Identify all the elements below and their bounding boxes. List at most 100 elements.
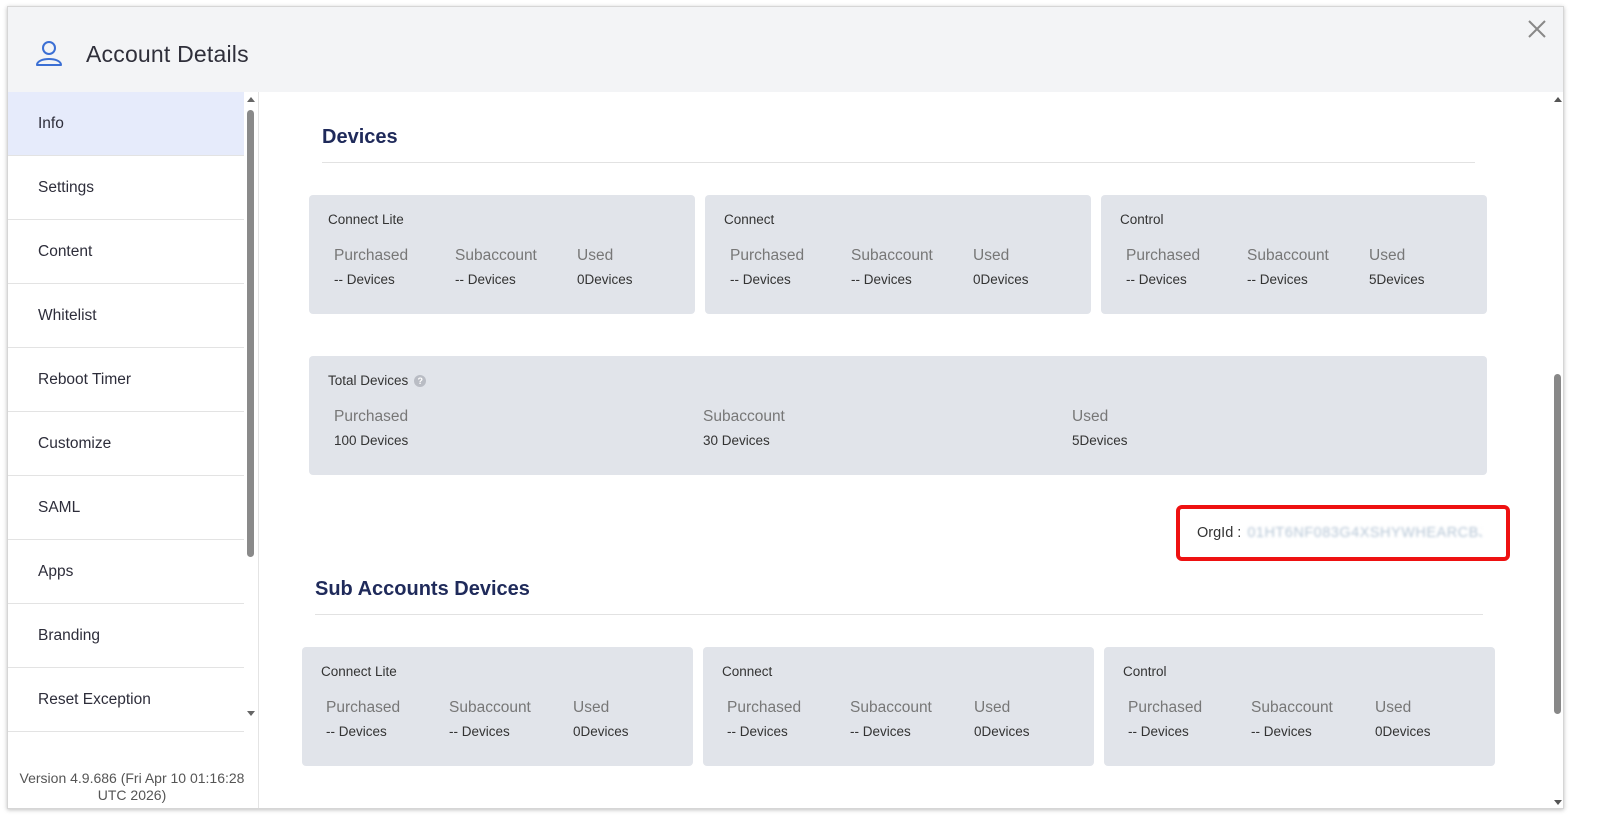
close-icon[interactable] [1525, 17, 1549, 41]
used-value: 0Devices [1375, 724, 1431, 739]
purchased-label: Purchased [727, 699, 802, 716]
version-info: Version 4.9.686 (Fri Apr 10 01:16:28 UTC… [8, 770, 256, 804]
subaccount-value: -- Devices [850, 724, 911, 739]
total-devices-title: Total Devices [328, 373, 409, 388]
version-line-1: Version 4.9.686 (Fri Apr 10 01:16:28 [19, 770, 245, 786]
used-value: 0Devices [573, 724, 629, 739]
subaccount-column: Subaccount 30 Devices [703, 408, 785, 448]
divider [315, 614, 1483, 615]
sidebar-item-label: Info [38, 114, 64, 132]
used-label: Used [974, 699, 1011, 716]
dialog-title: Account Details [86, 41, 249, 67]
card-title: Connect [724, 212, 775, 227]
sidebar-item-branding[interactable]: Branding [8, 604, 244, 668]
used-label: Used [573, 699, 610, 716]
purchased-value: -- Devices [334, 272, 395, 287]
card-title: Control [1123, 664, 1167, 679]
purchased-column: Purchased -- Devices [334, 247, 408, 287]
account-details-dialog: Account Details Info Settings Content Wh… [7, 6, 1564, 809]
purchased-label: Purchased [334, 247, 409, 264]
subaccount-value: -- Devices [455, 272, 516, 287]
subaccount-value: -- Devices [851, 272, 912, 287]
used-value: 0Devices [577, 272, 633, 287]
subaccount-column: Subaccount -- Devices [850, 699, 932, 739]
card-title: Total Devices? [328, 373, 427, 388]
scroll-down-icon[interactable] [247, 711, 255, 716]
device-card-control: Control Purchased -- Devices Subaccount … [1101, 195, 1487, 314]
subaccount-label: Subaccount [1247, 247, 1329, 264]
subaccount-label: Subaccount [449, 699, 531, 716]
divider [322, 162, 1475, 163]
card-title: Connect Lite [321, 664, 397, 679]
scroll-up-icon[interactable] [1554, 97, 1562, 102]
subaccount-label: Subaccount [1251, 699, 1333, 716]
orgid-box: OrgId : 01HT6NF083G4XSHYWHEARCBJBG [1176, 505, 1510, 561]
version-line-2: UTC 2026) [97, 787, 167, 803]
scrollbar-thumb[interactable] [1554, 374, 1561, 714]
sidebar-item-content[interactable]: Content [8, 220, 244, 284]
used-column: Used 0Devices [573, 699, 629, 739]
sub-device-card-control: Control Purchased -- Devices Subaccount … [1104, 647, 1495, 766]
subaccount-value: -- Devices [449, 724, 510, 739]
device-card-connect: Connect Purchased -- Devices Subaccount … [705, 195, 1091, 314]
purchased-label: Purchased [730, 247, 805, 264]
sidebar-item-reset-exception[interactable]: Reset Exception [8, 668, 244, 732]
main-scrollbar[interactable] [1551, 92, 1563, 808]
used-column: Used 0Devices [973, 247, 1029, 287]
sidebar-item-label: Branding [38, 626, 101, 644]
subaccount-column: Subaccount -- Devices [1247, 247, 1329, 287]
sidebar-item-settings[interactable]: Settings [8, 156, 244, 220]
scroll-up-icon[interactable] [247, 97, 255, 102]
purchased-label: Purchased [1126, 247, 1201, 264]
user-icon [36, 41, 62, 66]
subaccount-label: Subaccount [850, 699, 932, 716]
scroll-down-icon[interactable] [1554, 800, 1562, 805]
devices-title: Devices [322, 126, 398, 148]
sidebar-item-label: Reset Exception [38, 690, 151, 708]
used-column: Used 0Devices [974, 699, 1030, 739]
sidebar-item-label: Reboot Timer [38, 370, 132, 388]
sidebar-item-apps[interactable]: Apps [8, 540, 244, 604]
subaccount-label: Subaccount [851, 247, 933, 264]
sidebar-item-reboot-timer[interactable]: Reboot Timer [8, 348, 244, 412]
used-label: Used [973, 247, 1010, 264]
sidebar-item-info[interactable]: Info [8, 92, 244, 156]
purchased-column: Purchased 100 Devices [334, 408, 408, 448]
purchased-value: 100 Devices [334, 433, 409, 448]
used-label: Used [577, 247, 614, 264]
sidebar-scrollbar[interactable] [246, 92, 256, 716]
used-value: 5Devices [1072, 433, 1128, 448]
purchased-value: -- Devices [1128, 724, 1189, 739]
purchased-value: -- Devices [1126, 272, 1187, 287]
help-icon[interactable]: ? [414, 375, 427, 388]
sidebar: Info Settings Content Whitelist Reboot T… [8, 92, 259, 808]
used-value: 5Devices [1369, 272, 1425, 287]
sidebar-item-label: SAML [38, 498, 81, 516]
used-value: 0Devices [974, 724, 1030, 739]
sub-device-card-connect: Connect Purchased -- Devices Subaccount … [703, 647, 1094, 766]
card-title: Connect Lite [328, 212, 404, 227]
sub-device-card-connect-lite: Connect Lite Purchased -- Devices Subacc… [302, 647, 693, 766]
sidebar-item-label: Apps [38, 562, 74, 580]
subaccount-column: Subaccount -- Devices [449, 699, 531, 739]
dialog-header: Account Details [8, 7, 1563, 92]
purchased-column: Purchased -- Devices [727, 699, 801, 739]
sidebar-item-saml[interactable]: SAML [8, 476, 244, 540]
sidebar-item-customize[interactable]: Customize [8, 412, 244, 476]
used-label: Used [1072, 408, 1109, 425]
card-title: Connect [722, 664, 773, 679]
sidebar-item-whitelist[interactable]: Whitelist [8, 284, 244, 348]
orgid-label: OrgId : [1197, 525, 1242, 541]
purchased-label: Purchased [1128, 699, 1203, 716]
used-column: Used 5Devices [1369, 247, 1425, 287]
subaccount-value: -- Devices [1251, 724, 1312, 739]
sidebar-item-label: Content [38, 242, 93, 260]
purchased-column: Purchased -- Devices [1126, 247, 1200, 287]
scrollbar-thumb[interactable] [247, 110, 254, 557]
purchased-value: -- Devices [326, 724, 387, 739]
total-devices-card: Total Devices? Purchased 100 Devices Sub… [309, 356, 1487, 475]
used-column: Used 5Devices [1072, 408, 1128, 448]
sidebar-nav: Info Settings Content Whitelist Reboot T… [8, 92, 244, 732]
subaccount-column: Subaccount -- Devices [455, 247, 537, 287]
used-label: Used [1369, 247, 1406, 264]
